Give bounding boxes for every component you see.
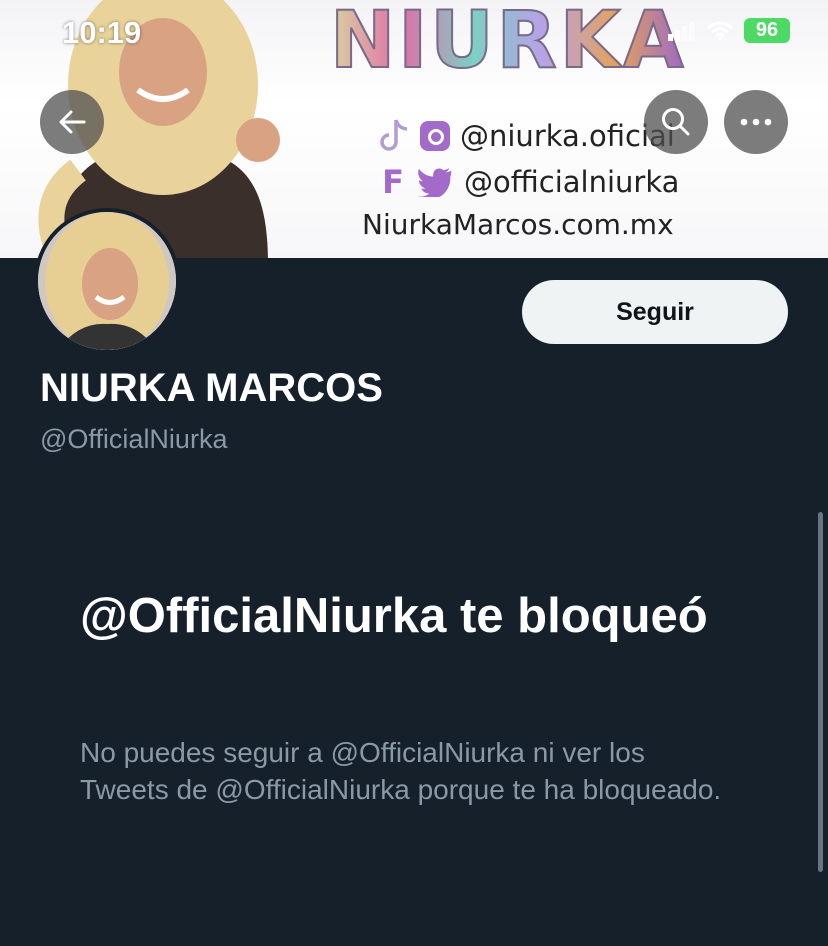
tiktok-icon <box>380 119 408 151</box>
banner-twitter-handle: @officialniurka <box>464 165 680 199</box>
search-icon <box>662 108 690 136</box>
wifi-icon <box>707 21 733 41</box>
profile-handle: @OfficialNiurka <box>40 424 228 454</box>
banner-instagram-row: @niurka.oficial <box>378 118 675 154</box>
follow-button[interactable]: Seguir <box>522 280 788 344</box>
profile-avatar[interactable] <box>34 208 180 354</box>
banner-website: NiurkaMarcos.com.mx <box>362 208 674 241</box>
battery-indicator: 96 <box>744 18 790 43</box>
arrow-left-icon <box>59 110 86 134</box>
status-indicators: 96 <box>668 18 790 43</box>
banner-instagram-handle: @niurka.oficial <box>460 119 675 153</box>
more-options-button[interactable] <box>724 90 788 154</box>
status-time: 10:19 <box>62 15 142 50</box>
instagram-icon <box>420 121 450 151</box>
ellipsis-icon <box>740 118 772 126</box>
blocked-title: @OfficialNiurka te bloqueó <box>80 589 708 643</box>
avatar-image <box>38 212 176 350</box>
banner-website-row: NiurkaMarcos.com.mx <box>362 208 674 241</box>
back-button[interactable] <box>40 90 104 154</box>
facebook-icon: F <box>382 163 404 201</box>
signal-icon <box>668 21 694 41</box>
banner-logo: NIURKA <box>329 0 687 87</box>
scrollbar[interactable] <box>818 512 823 872</box>
search-button[interactable] <box>644 90 708 154</box>
banner-twitter-row: F @officialniurka <box>378 163 679 201</box>
blocked-description: No puedes seguir a @OfficialNiurka ni ve… <box>80 737 722 805</box>
twitter-bird-icon <box>418 167 452 197</box>
profile-display-name: NIURKA MARCOS <box>40 366 383 410</box>
